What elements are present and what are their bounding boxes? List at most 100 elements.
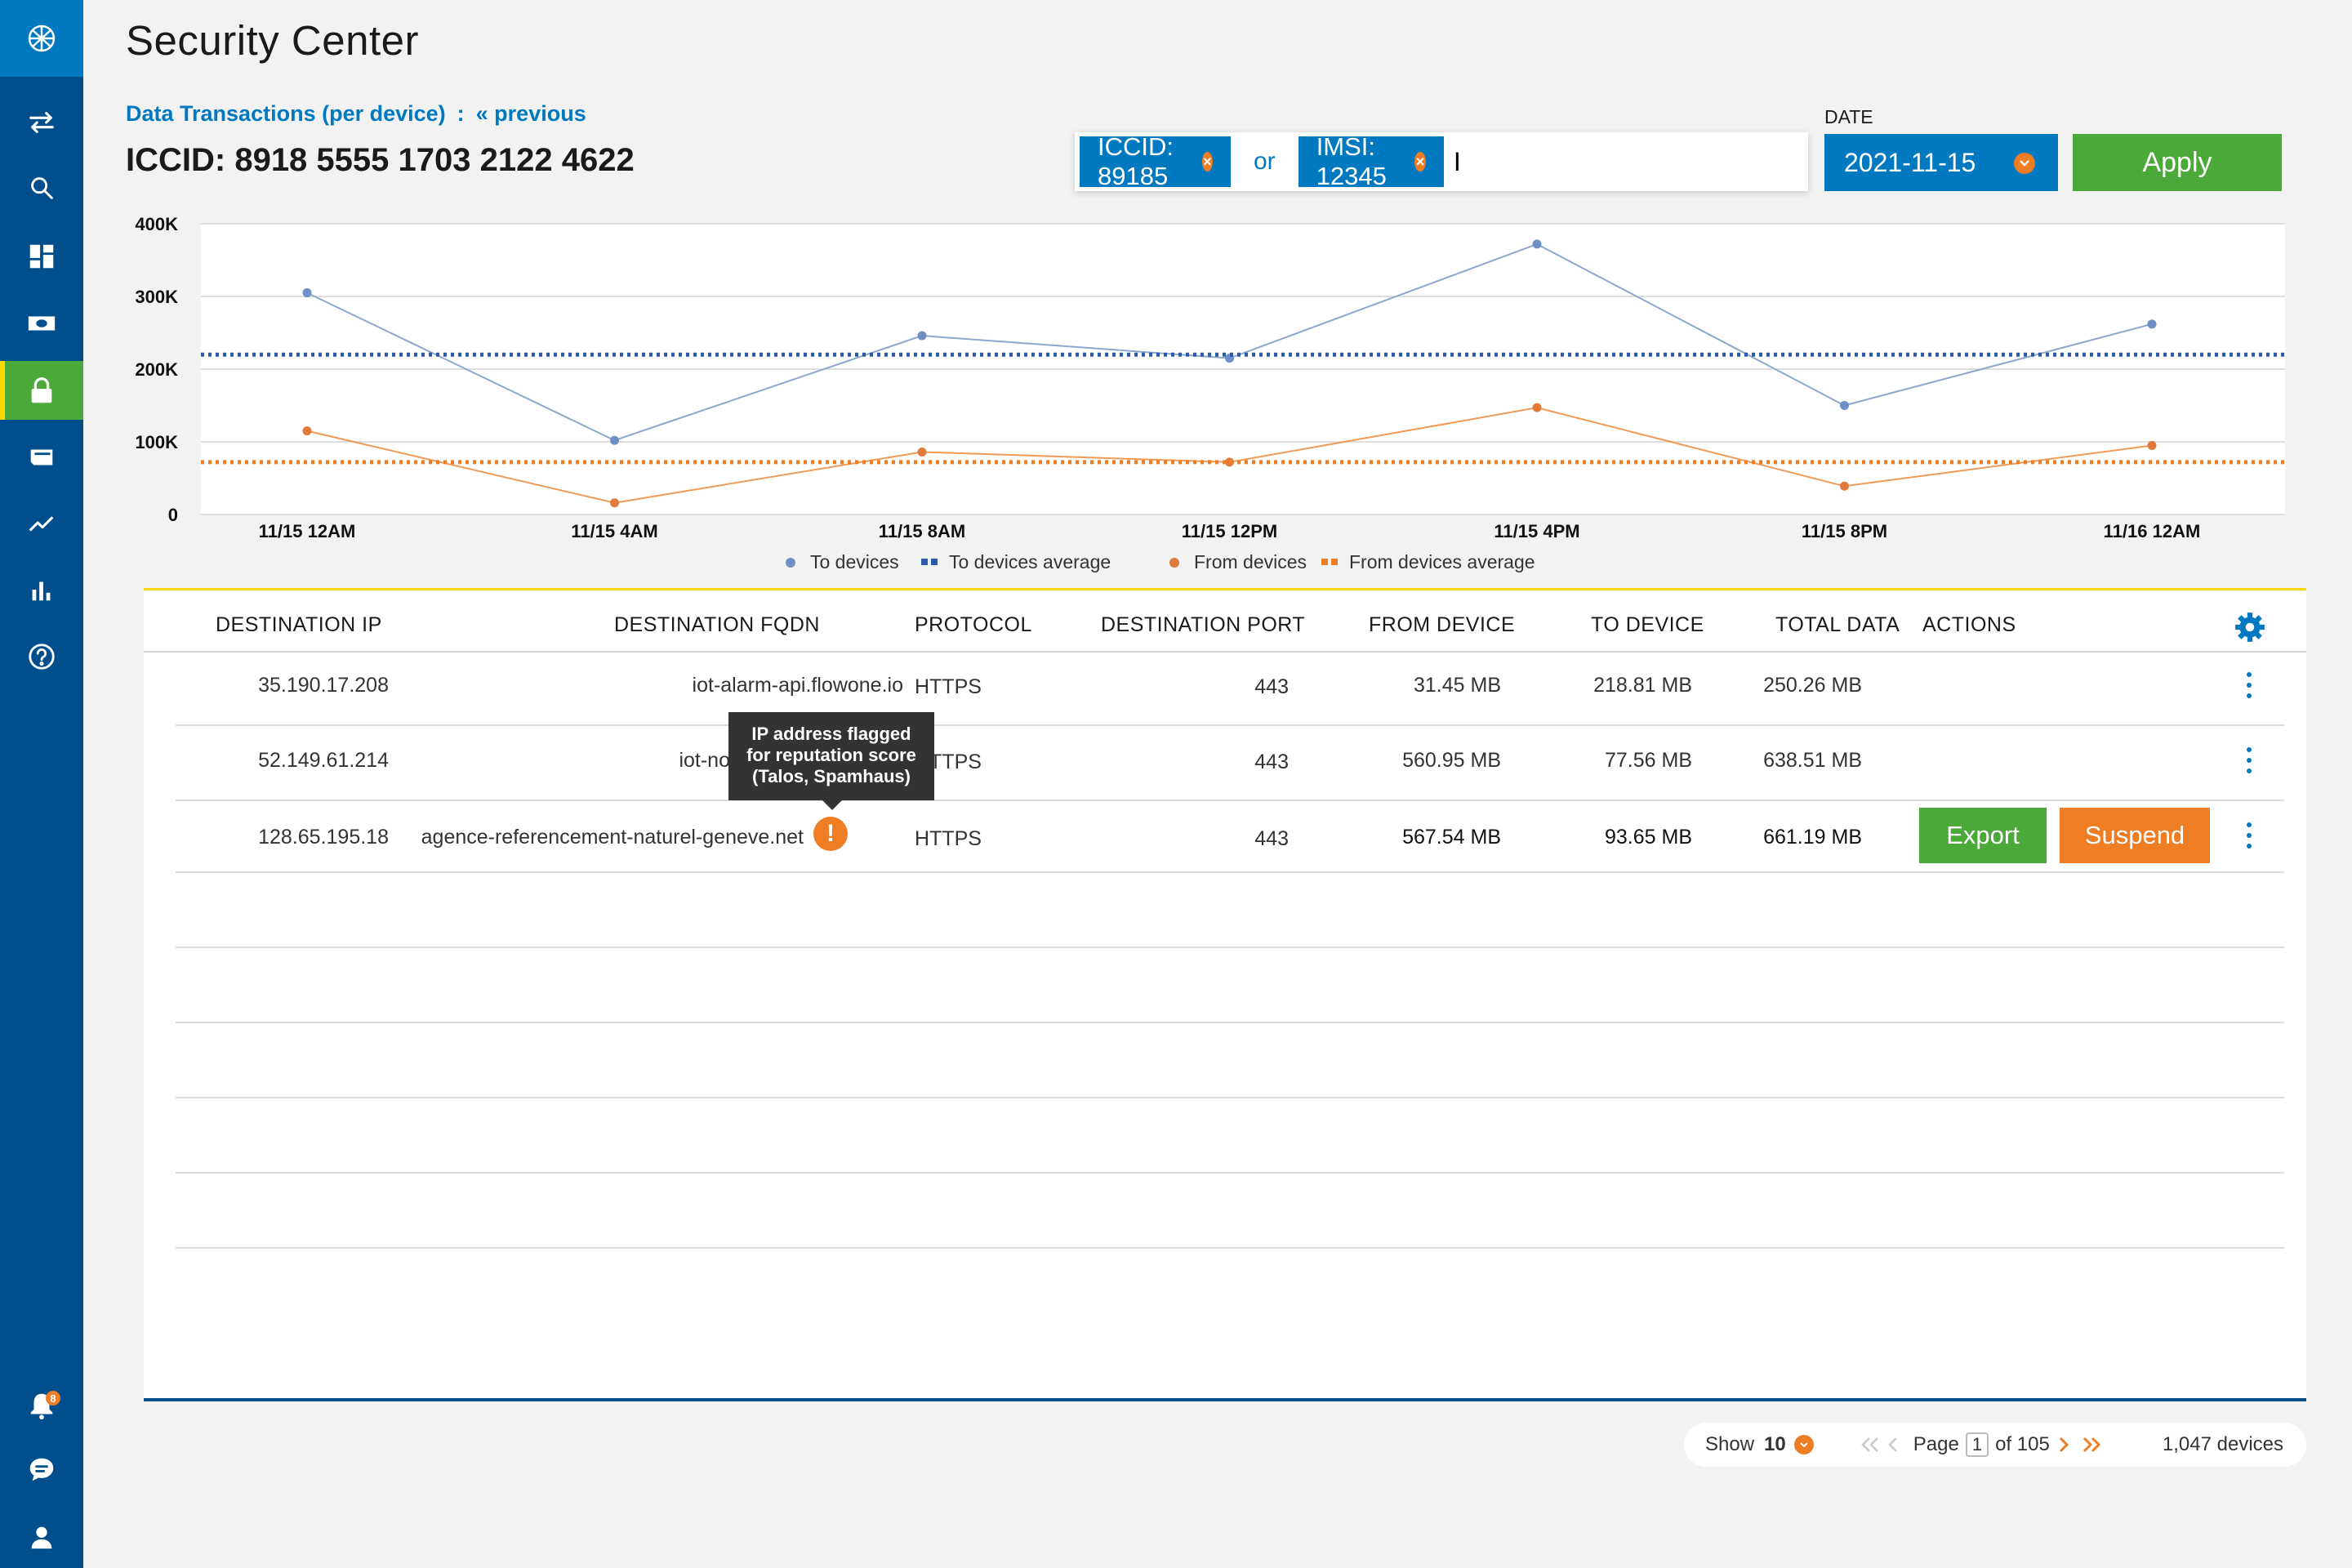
- y-tick-label: 300K: [135, 287, 178, 307]
- row-divider: [176, 947, 2284, 948]
- col-total-data[interactable]: TOTAL DATA: [1775, 613, 1900, 637]
- cell-fqdn: agence-referencement-naturel-geneve.net: [421, 826, 804, 849]
- row-divider: [176, 1097, 2284, 1098]
- next-page-icon[interactable]: [2058, 1436, 2069, 1454]
- col-to-device[interactable]: TO DEVICE: [1591, 613, 1704, 637]
- user-icon: [31, 1526, 52, 1549]
- tooltip-arrow: [822, 800, 842, 810]
- nav-transfers[interactable]: [0, 93, 83, 152]
- legend-label: To devices average: [949, 551, 1111, 572]
- apply-button[interactable]: Apply: [2073, 134, 2282, 191]
- tooltip-line: (Talos, Spamhaus): [752, 766, 911, 786]
- legend-label: To devices: [810, 551, 899, 572]
- prev-page-icon[interactable]: [1887, 1436, 1899, 1454]
- filter-chip-label: IMSI: 12345: [1316, 132, 1387, 190]
- legend-marker: [1331, 559, 1338, 565]
- legend-marker: [1321, 559, 1328, 565]
- breadcrumb-separator: :: [457, 101, 465, 126]
- cell-total: 250.26 MB: [1763, 674, 1862, 697]
- data-point: [610, 435, 619, 445]
- row-divider: [176, 1247, 2284, 1249]
- pagination: Show 10 Page 1 of 105 1,047 devices: [1684, 1423, 2306, 1467]
- search-icon: [31, 177, 53, 199]
- cell-from: 567.54 MB: [1402, 826, 1501, 849]
- nav-security[interactable]: [0, 361, 83, 420]
- col-actions: ACTIONS: [1922, 613, 2016, 636]
- filter-search-box[interactable]: ICCID: 89185 × or IMSI: 12345 ×: [1075, 132, 1808, 191]
- filter-chip-label: ICCID: 89185: [1098, 132, 1174, 190]
- cell-fqdn: iot-alarm-api.flowone.io: [692, 674, 903, 697]
- nav-search[interactable]: [0, 158, 83, 217]
- sim-card-icon: [28, 316, 56, 331]
- destinations-table: DESTINATION IP DESTINATION FQDN PROTOCOL…: [144, 588, 2306, 1401]
- cell-to: 77.56 MB: [1604, 749, 1692, 772]
- filter-joiner: or: [1254, 148, 1276, 175]
- total-devices: 1,047 devices: [2162, 1433, 2283, 1455]
- notification-badge: 8: [46, 1391, 60, 1405]
- cell-ip: 35.190.17.208: [258, 674, 389, 697]
- cell-total: 638.51 MB: [1763, 749, 1862, 772]
- previous-link[interactable]: « previous: [476, 101, 586, 126]
- network-globe-icon: [28, 24, 56, 52]
- page-number-input[interactable]: 1: [1965, 1432, 1989, 1457]
- data-transactions-chart: 0 100K 200K 300K 400K 11/15 12AM 11/15 4AM 11/1…: [131, 212, 2287, 588]
- lock-icon: [31, 377, 52, 403]
- cell-from: 560.95 MB: [1402, 749, 1501, 772]
- y-tick-label: 400K: [135, 214, 178, 234]
- nav-dashboard[interactable]: [0, 227, 83, 286]
- chevron-down-icon: [2014, 153, 2035, 174]
- table-header-divider: [144, 651, 2306, 653]
- nav-chat[interactable]: [0, 1441, 83, 1499]
- col-destination-ip[interactable]: DESTINATION IP: [216, 613, 382, 637]
- remove-chip-icon[interactable]: ×: [1414, 152, 1426, 172]
- tooltip-line: IP address flagged: [751, 724, 911, 744]
- legend-label: From devices: [1194, 551, 1307, 572]
- data-point: [1532, 239, 1542, 249]
- nav-sims[interactable]: [0, 294, 83, 353]
- nav-help[interactable]: [0, 627, 83, 686]
- data-point: [917, 447, 927, 457]
- trend-icon: [29, 516, 54, 532]
- y-tick-label: 0: [168, 505, 178, 525]
- first-page-icon[interactable]: [1860, 1436, 1881, 1454]
- x-tick-label: 11/15 4PM: [1494, 521, 1579, 541]
- warning-icon[interactable]: !: [813, 817, 848, 851]
- col-destination-fqdn[interactable]: DESTINATION FQDN: [614, 613, 820, 637]
- app-logo[interactable]: [0, 0, 83, 77]
- page-title: Security Center: [126, 17, 419, 64]
- export-button[interactable]: Export: [1919, 808, 2047, 863]
- suspend-button[interactable]: Suspend: [2060, 808, 2210, 863]
- row-menu-icon[interactable]: [2241, 744, 2257, 777]
- col-destination-port[interactable]: DESTINATION PORT: [1101, 613, 1305, 637]
- col-from-device[interactable]: FROM DEVICE: [1369, 613, 1515, 637]
- nav-notifications[interactable]: 8: [0, 1376, 83, 1435]
- cell-port: 443: [1254, 675, 1289, 698]
- row-menu-icon[interactable]: [2241, 819, 2257, 852]
- x-tick-label: 11/15 4AM: [571, 521, 657, 541]
- nav-profile[interactable]: [0, 1508, 83, 1566]
- page-size-select[interactable]: 10: [1764, 1433, 1814, 1456]
- date-select[interactable]: 2021-11-15: [1824, 134, 2058, 191]
- data-point: [610, 498, 619, 508]
- legend-label: From devices average: [1349, 551, 1535, 572]
- legend-marker: [786, 558, 795, 568]
- row-divider: [176, 1172, 2284, 1174]
- help-icon: [29, 644, 55, 670]
- nav-trends[interactable]: [0, 493, 83, 552]
- last-page-icon[interactable]: [2081, 1436, 2102, 1454]
- row-divider: [176, 871, 2284, 873]
- search-input[interactable]: [1453, 137, 1797, 186]
- data-point: [302, 288, 312, 298]
- x-tick-label: 11/15 8PM: [1802, 521, 1887, 541]
- legend-marker: [921, 559, 928, 565]
- col-protocol[interactable]: PROTOCOL: [915, 613, 1032, 637]
- row-divider: [176, 724, 2284, 726]
- remove-chip-icon[interactable]: ×: [1201, 152, 1213, 172]
- gear-icon[interactable]: [2233, 610, 2267, 644]
- nav-billing[interactable]: [0, 428, 83, 487]
- row-divider: [176, 1022, 2284, 1023]
- row-menu-icon[interactable]: [2241, 669, 2257, 702]
- nav-reports[interactable]: [0, 560, 83, 619]
- cell-to: 218.81 MB: [1593, 674, 1692, 697]
- page-of-label: of 105: [1995, 1433, 2050, 1455]
